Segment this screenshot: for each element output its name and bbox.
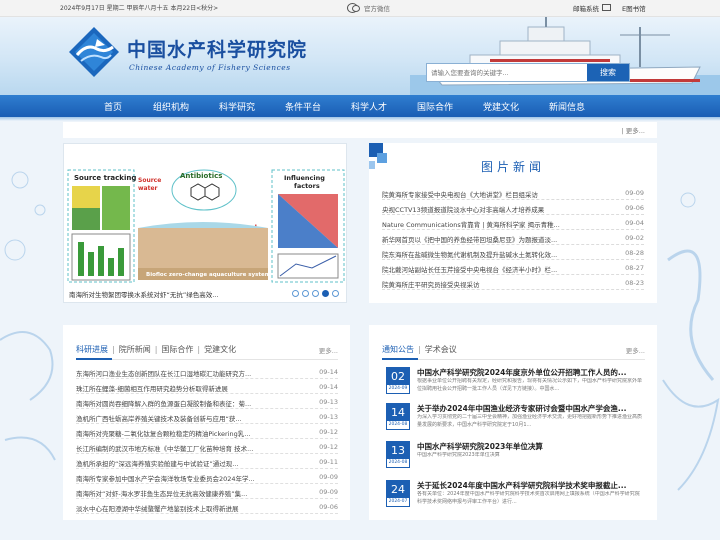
- list-item[interactable]: Nature Communications背靠背 | 黄海所科学家 揭示青稚..…: [382, 217, 644, 230]
- slider-dot[interactable]: [292, 290, 299, 297]
- announcement-title[interactable]: 中国水产科学研究院2024年度京外单位公开招聘工作人员的...: [417, 367, 626, 378]
- nav-international[interactable]: 国际合作: [417, 100, 453, 113]
- list-item[interactable]: 央视CCTV13频道报道院淡水中心对非高端人才培养成果 09-06: [382, 202, 644, 215]
- tab-research-progress[interactable]: 科研进展: [76, 345, 108, 354]
- nav-organization[interactable]: 组织机构: [153, 100, 189, 113]
- notice-strip: | 更多...: [63, 122, 657, 138]
- slider-dot[interactable]: [312, 290, 319, 297]
- research-news-panel: 科研进展 | 院所新闻 | 国际合作 | 党建文化 更多... 东海所河口渔业生态创新团队在…: [63, 325, 350, 520]
- nav-news[interactable]: 新闻信息: [549, 100, 585, 113]
- tab-party-culture[interactable]: 党建文化: [204, 345, 236, 354]
- announcement-summary: 中国水产科学研究院2023年单位决算: [417, 452, 500, 458]
- table-row[interactable]: 东海所河口渔业生态创新团队在长江口湿地碳汇功能研究方... 09-14: [76, 366, 338, 379]
- ship-illustration: [410, 17, 720, 95]
- research-more-link[interactable]: 更多...: [319, 345, 338, 355]
- image-slider: Source tracking Source water Antibiotics…: [63, 143, 347, 303]
- slide-caption[interactable]: 南海所对生物絮团零换水系统对虾“无抗”绿色高效...: [69, 289, 218, 299]
- announcements-panel: 通知公告 | 学术会议 更多... 02 2024-09 中国水产科学研究院2024年…: [369, 325, 657, 520]
- date-text: 2024年9月17日 星期二 甲辰年八月十五 本月22日<秋分>: [60, 5, 219, 12]
- tab-conferences[interactable]: 学术会议: [425, 345, 457, 354]
- picture-news-title: 图片新闻: [480, 160, 545, 174]
- announcement-summary: 为深入学习贯彻党的二十届三中全会精神，加强渔业经济学术交流，更好地把握新形势下推…: [417, 414, 643, 428]
- research-tabs: 科研进展 | 院所新闻 | 国际合作 | 党建文化: [76, 345, 237, 354]
- notice-more-link[interactable]: | 更多...: [622, 125, 645, 135]
- caf-logo-icon[interactable]: [67, 25, 121, 79]
- picture-news-panel: 图片新闻 院黄海所专家接受中央电视台《大地讲堂》栏目组采访 09-09 央视CCT…: [369, 143, 657, 303]
- slide-image[interactable]: Source tracking Source water Antibiotics…: [66, 168, 346, 286]
- wave-decoration: [662, 192, 720, 491]
- search-box: 搜索: [426, 63, 630, 82]
- table-row[interactable]: 南海所对圆尚吞细降解入群的鱼源蛋白凝胶制备和表征：菊... 09-13: [76, 396, 338, 409]
- wechat-label: 官方微信: [364, 5, 390, 13]
- table-row[interactable]: 珠江所在鲤藻-细菌相互作用研究趋势分析取得新进展 09-14: [76, 381, 338, 394]
- announcement-tabs: 通知公告 | 学术会议: [382, 345, 457, 354]
- date-badge: 02 2024-09: [386, 367, 410, 394]
- nav-party[interactable]: 党建文化: [483, 100, 519, 113]
- ebook-link[interactable]: E图书馆: [622, 3, 646, 13]
- label-biofloc-system: Biofloc zero-change aquaculture system: [146, 272, 271, 278]
- date-badge: 24 2024-07: [386, 480, 410, 507]
- header-banner: 中国水产科学研究院 Chinese Academy of Fishery Sci…: [0, 17, 720, 95]
- tab-notices[interactable]: 通知公告: [382, 345, 414, 354]
- label-antibiotics: Antibiotics: [180, 172, 222, 180]
- table-row[interactable]: 南海所对壳聚糖-二氧化钛复合颗粒稳定的精油Pickering乳... 09-12: [76, 426, 338, 439]
- announcement-title[interactable]: 中国水产科学研究院2023年单位决算: [417, 441, 543, 452]
- nav-platform[interactable]: 条件平台: [285, 100, 321, 113]
- table-row[interactable]: 南海所对“对虾-海水罗非鱼生态异位无抗高效健康养殖”集... 09-09: [76, 486, 338, 499]
- date-badge: 13 2024-08: [386, 441, 410, 468]
- announcement-item[interactable]: 24 2024-07 关于延长2024年度中国水产科学研究院科学技术奖申报截止..…: [386, 480, 641, 508]
- top-bar: 2024年9月17日 星期二 甲辰年八月十五 本月22日<秋分> 官方微信 邮箱…: [0, 0, 720, 17]
- site-subtitle: Chinese Academy of Fishery Sciences: [129, 63, 291, 72]
- svg-text:factors: factors: [294, 182, 320, 190]
- nav-talent[interactable]: 科学人才: [351, 100, 387, 113]
- announcement-summary: 根据事业单位公开招聘有关规定，经研究和报告，现将有关情况公示如下，中国水产科学研…: [417, 378, 643, 392]
- table-row[interactable]: 长江所编制的武汉市地方标准《中华鳖工厂化苗种培育 技术... 09-12: [76, 441, 338, 454]
- search-button[interactable]: 搜索: [587, 64, 629, 81]
- svg-text:water: water: [138, 185, 158, 192]
- list-item[interactable]: 院黄海所专家接受中央电视台《大地讲堂》栏目组采访 09-09: [382, 187, 644, 200]
- list-item[interactable]: 院北戴河站副站长任玉芹接受中央电视台《经济半小时》栏... 08-27: [382, 262, 644, 275]
- list-item[interactable]: 院黄海所庄平研究员接受央视采访 08-23: [382, 277, 644, 290]
- wave-decoration: [0, 171, 56, 461]
- site-title: 中国水产科学研究院: [127, 39, 308, 61]
- announcement-item[interactable]: 14 2024-08 关于举办2024年中国渔业经济专家研讨会暨中国水产学会渔..…: [386, 403, 643, 431]
- list-item[interactable]: 新华网首页以《把中国的养鱼经带回坦桑尼亚》为题报道淡... 09-02: [382, 232, 644, 245]
- announcement-item[interactable]: 02 2024-09 中国水产科学研究院2024年度京外单位公开招聘工作人员的..…: [386, 367, 643, 395]
- table-row[interactable]: 南海所专家参加中国水产学会海洋牧场专业委员会2024年学... 09-09: [76, 471, 338, 484]
- table-row[interactable]: 渔机所承担的“深远海养殖实验舱建与中试验证”通过现... 09-11: [76, 456, 338, 469]
- nav-home[interactable]: 首页: [104, 100, 122, 113]
- list-item[interactable]: 院东海所在盐碱微生物氮代谢机制及提升盐碱水土氮转化效... 08-28: [382, 247, 644, 260]
- date-badge: 14 2024-08: [386, 403, 410, 430]
- announcement-summary: 各有关单位：2024年度中国水产科学研究院科学技术奖首次启用网上填报系统（中国水…: [417, 491, 640, 505]
- slider-dot-active[interactable]: [322, 290, 329, 297]
- nav-research[interactable]: 科学研究: [219, 100, 255, 113]
- email-link[interactable]: 邮箱系统: [573, 3, 599, 13]
- tab-institute-news[interactable]: 院所新闻: [119, 345, 151, 354]
- wechat-link[interactable]: 官方微信: [347, 2, 403, 14]
- announcement-title[interactable]: 关于举办2024年中国渔业经济专家研讨会暨中国水产学会渔...: [417, 403, 626, 414]
- tab-international[interactable]: 国际合作: [161, 345, 193, 354]
- table-row[interactable]: 渔机所广西牡蛎高岸养殖关键技术及装备创新与应用“获... 09-13: [76, 411, 338, 424]
- announcement-title[interactable]: 关于延长2024年度中国水产科学研究院科学技术奖申报截止...: [417, 480, 626, 491]
- notices-more-link[interactable]: 更多...: [626, 345, 645, 355]
- announcement-item[interactable]: 13 2024-08 中国水产科学研究院2023年单位决算 中国水产科学研究院20…: [386, 441, 641, 469]
- mail-icon: [602, 4, 611, 11]
- slider-dot[interactable]: [332, 290, 339, 297]
- svg-text:Source: Source: [138, 177, 161, 184]
- search-input[interactable]: [427, 64, 587, 81]
- svg-text:Influencing: Influencing: [284, 174, 325, 182]
- main-nav: 首页 组织机构 科学研究 条件平台 科学人才 国际合作 党建文化 新闻信息: [0, 95, 720, 117]
- label-source-tracking: Source tracking: [74, 174, 136, 182]
- table-row[interactable]: 淡水中心在阳澄湖中华绒螯蟹产地鉴别技术上取得新进展 09-06: [76, 501, 338, 514]
- slider-dot[interactable]: [302, 290, 309, 297]
